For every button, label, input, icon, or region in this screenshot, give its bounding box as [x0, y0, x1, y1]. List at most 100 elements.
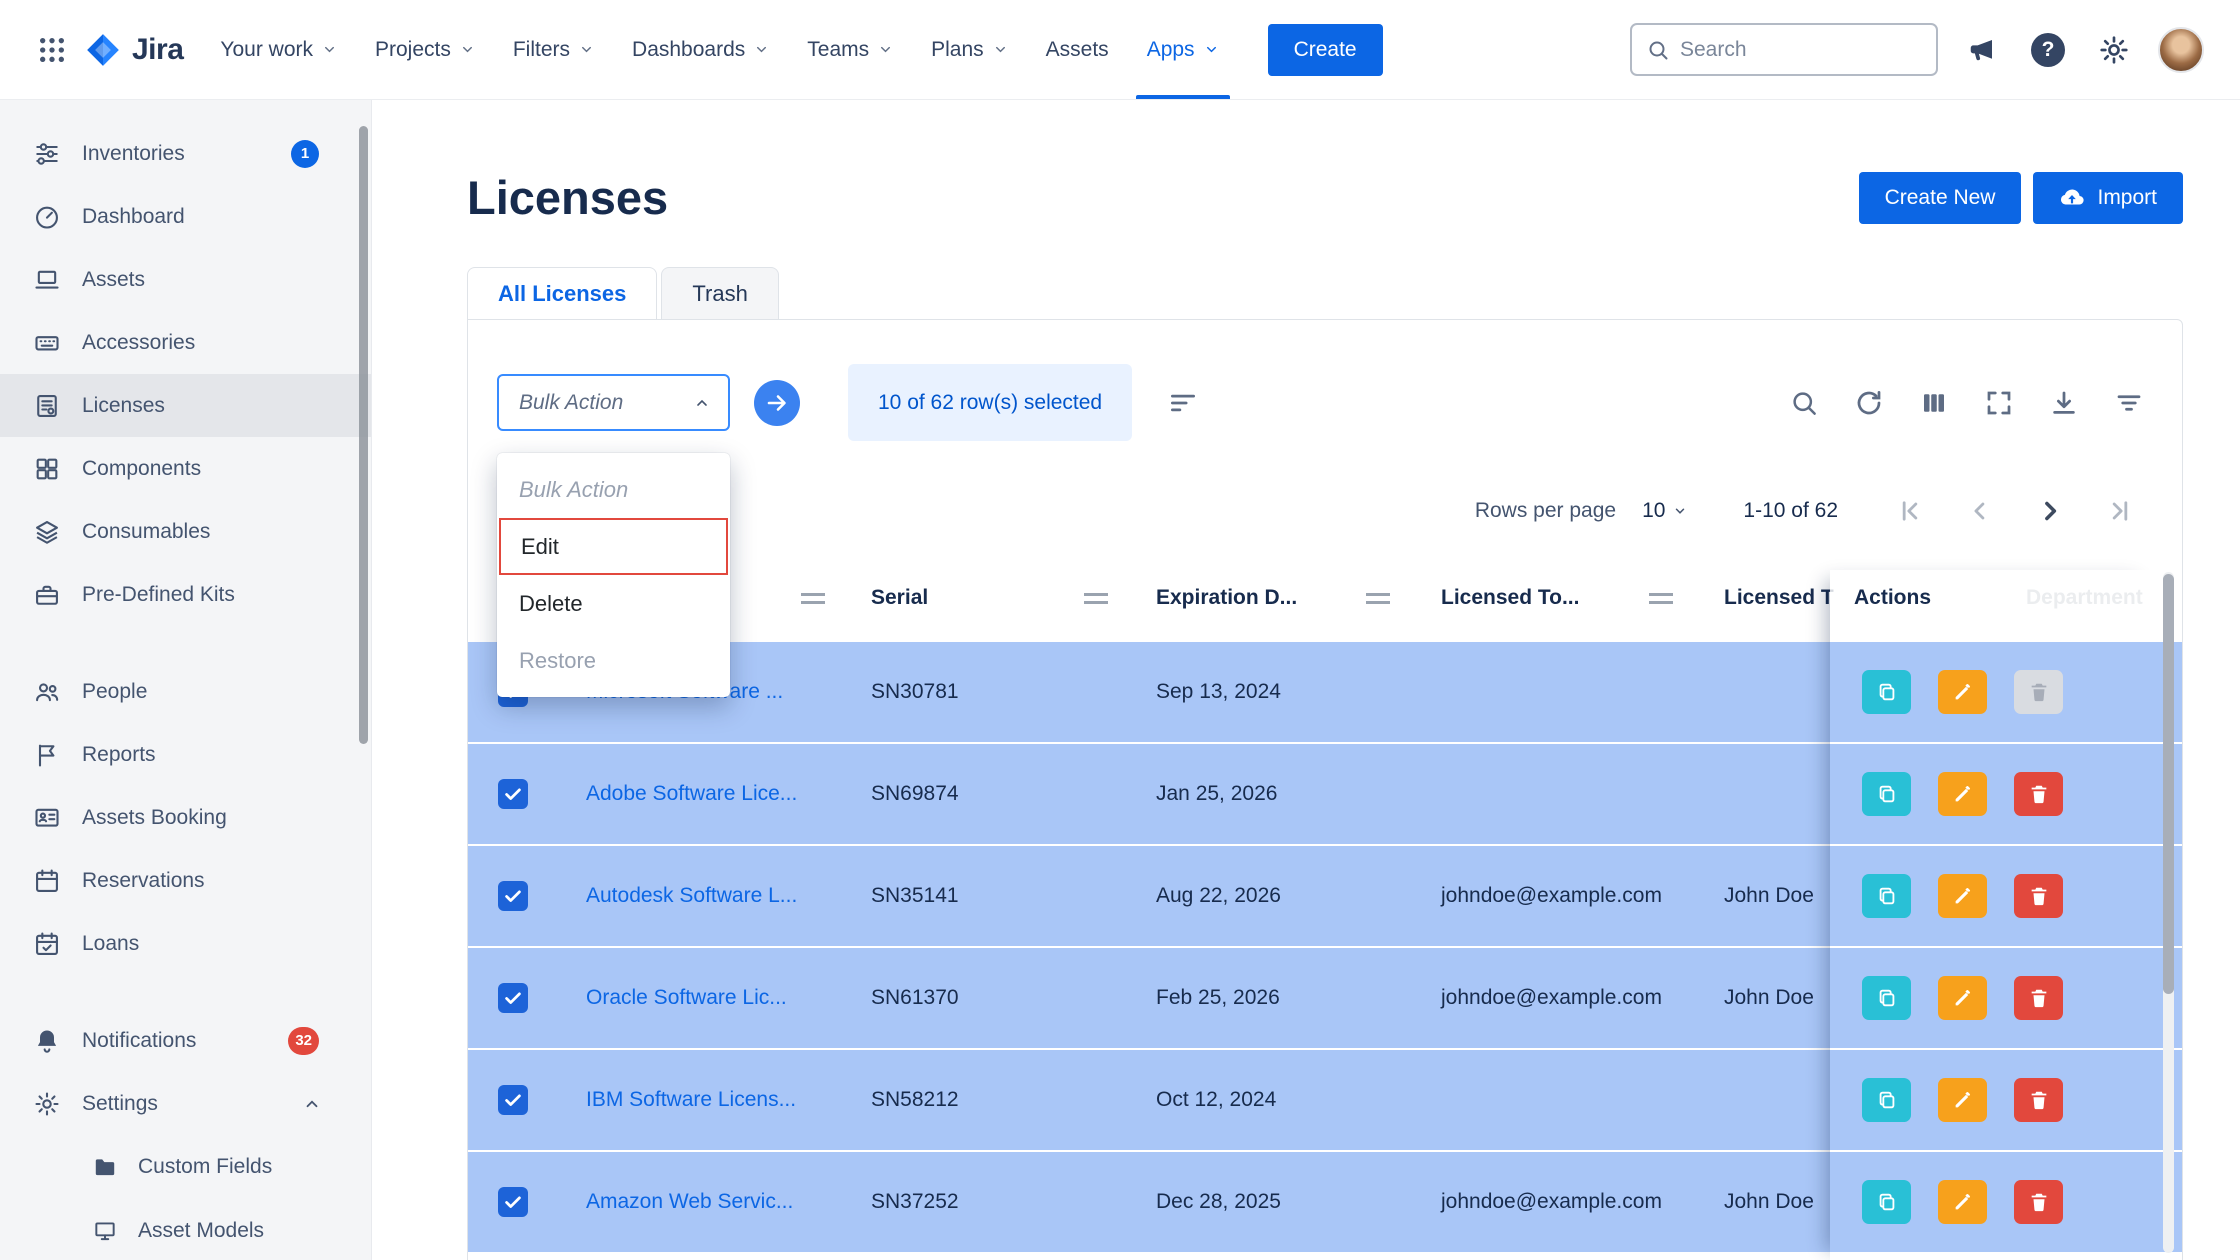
sidebar-item-reports[interactable]: Reports [0, 723, 371, 786]
nav-assets[interactable]: Assets [1027, 0, 1128, 99]
nav-your-work[interactable]: Your work [201, 0, 356, 99]
license-name-link[interactable]: Autodesk Software L... [558, 884, 843, 908]
search-input[interactable] [1680, 38, 1900, 62]
table-scrollbar-thumb[interactable] [2163, 574, 2174, 994]
sidebar-item-notifications[interactable]: Notifications 32 [0, 1009, 371, 1072]
settings-gear-icon[interactable] [2092, 28, 2136, 72]
sidebar-item-pre-defined-kits[interactable]: Pre-Defined Kits [0, 563, 371, 626]
sidebar-section-gap [0, 975, 371, 1009]
refresh-icon[interactable] [1853, 387, 1885, 419]
inventories-badge: 1 [291, 140, 319, 168]
bulk-action-select[interactable]: Bulk Action [497, 374, 730, 431]
sidebar-item-asset-models[interactable]: Asset Models [0, 1199, 371, 1260]
row-checkbox[interactable] [498, 983, 528, 1013]
menu-item-delete[interactable]: Delete [497, 575, 730, 632]
bulk-action-value: Bulk Action [519, 391, 623, 415]
sidebar-item-label: Reports [82, 743, 156, 767]
previous-page-button[interactable] [1964, 495, 1996, 527]
create-new-button[interactable]: Create New [1859, 172, 2022, 224]
app-root: Jira Your work Projects Filters Dashboar… [0, 0, 2240, 1260]
expiration-cell: Sep 13, 2024 [1128, 680, 1413, 704]
chevron-up-icon [694, 395, 710, 411]
serial-cell: SN61370 [843, 986, 1128, 1010]
components-icon [32, 454, 62, 484]
serial-cell: SN35141 [843, 884, 1128, 908]
main-menu: Your work Projects Filters Dashboards Te… [201, 0, 1237, 99]
row-checkbox[interactable] [498, 779, 528, 809]
rows-per-page-select[interactable]: 10 [1642, 499, 1687, 523]
chevron-down-icon [322, 42, 337, 57]
announcements-icon[interactable] [1960, 28, 2004, 72]
sidebar-item-label: Licenses [82, 394, 165, 418]
search-icon [1646, 38, 1670, 62]
license-name-link[interactable]: Amazon Web Servic... [558, 1190, 843, 1214]
next-page-button[interactable] [2034, 495, 2066, 527]
tab-trash[interactable]: Trash [661, 267, 778, 319]
row-checkbox[interactable] [498, 881, 528, 911]
keyboard-icon [32, 328, 62, 358]
sidebar-item-components[interactable]: Components [0, 437, 371, 500]
fullscreen-icon[interactable] [1983, 387, 2015, 419]
first-page-button[interactable] [1894, 495, 1926, 527]
sidebar-item-consumables[interactable]: Consumables [0, 500, 371, 563]
bell-icon [32, 1026, 62, 1056]
create-button[interactable]: Create [1268, 24, 1383, 76]
chevron-down-icon [878, 42, 893, 57]
filter-icon[interactable] [2113, 387, 2145, 419]
sidebar-item-assets-booking[interactable]: Assets Booking [0, 786, 371, 849]
chevron-down-icon [579, 42, 594, 57]
sidebar-item-dashboard[interactable]: Dashboard [0, 185, 371, 248]
download-icon[interactable] [2048, 387, 2080, 419]
sidebar-item-reservations[interactable]: Reservations [0, 849, 371, 912]
nav-plans[interactable]: Plans [912, 0, 1027, 99]
create-new-label: Create New [1885, 186, 1996, 210]
row-checkbox[interactable] [498, 1085, 528, 1115]
table-search-icon[interactable] [1788, 387, 1820, 419]
column-drag-handle[interactable] [801, 593, 825, 604]
sidebar-item-label: Inventories [82, 142, 185, 166]
columns-icon[interactable] [1918, 387, 1950, 419]
column-drag-handle[interactable] [1366, 593, 1390, 604]
help-icon[interactable]: ? [2026, 28, 2070, 72]
sidebar-item-label: Assets [82, 268, 145, 292]
sidebar-item-people[interactable]: People [0, 660, 371, 723]
nav-filters[interactable]: Filters [494, 0, 613, 99]
nav-projects[interactable]: Projects [356, 0, 494, 99]
sort-lines-icon[interactable] [1168, 388, 1198, 418]
license-name-link[interactable]: IBM Software Licens... [558, 1088, 843, 1112]
chevron-up-icon [303, 1095, 321, 1113]
license-name-link[interactable]: Oracle Software Lic... [558, 986, 843, 1010]
table-scrollbar [2163, 572, 2174, 1253]
chevron-down-icon [993, 42, 1008, 57]
sidebar-item-settings[interactable]: Settings [0, 1072, 371, 1135]
nav-label: Dashboards [632, 38, 745, 62]
license-name-link[interactable]: Adobe Software Lice... [558, 782, 843, 806]
tab-all-licenses[interactable]: All Licenses [467, 267, 657, 319]
bulk-action-menu: Bulk Action Edit Delete Restore [497, 453, 730, 697]
sidebar-item-loans[interactable]: Loans [0, 912, 371, 975]
sidebar-item-custom-fields[interactable]: Custom Fields [0, 1135, 371, 1199]
nav-apps[interactable]: Apps [1128, 0, 1238, 99]
sidebar-item-assets[interactable]: Assets [0, 248, 371, 311]
user-avatar[interactable] [2158, 27, 2204, 73]
nav-dashboards[interactable]: Dashboards [613, 0, 788, 99]
menu-item-edit[interactable]: Edit [499, 518, 728, 575]
flag-icon [32, 740, 62, 770]
sidebar-item-accessories[interactable]: Accessories [0, 311, 371, 374]
notifications-badge: 32 [288, 1027, 319, 1055]
licenses-panel: Bulk Action 10 of 62 row(s) selected [467, 319, 2183, 1260]
jira-logo[interactable]: Jira [84, 31, 183, 69]
nav-teams[interactable]: Teams [788, 0, 912, 99]
column-drag-handle[interactable] [1649, 593, 1673, 604]
app-switcher-icon[interactable] [30, 28, 74, 72]
column-drag-handle[interactable] [1084, 593, 1108, 604]
sidebar-scrollbar[interactable] [359, 126, 368, 744]
sidebar-item-licenses[interactable]: Licenses [0, 374, 371, 437]
toolbox-icon [32, 580, 62, 610]
apply-bulk-action-button[interactable] [754, 380, 800, 426]
sidebar-item-inventories[interactable]: Inventories 1 [0, 122, 371, 185]
import-button[interactable]: Import [2033, 172, 2183, 224]
last-page-button[interactable] [2104, 495, 2136, 527]
serial-cell: SN69874 [843, 782, 1128, 806]
row-checkbox[interactable] [498, 1187, 528, 1217]
